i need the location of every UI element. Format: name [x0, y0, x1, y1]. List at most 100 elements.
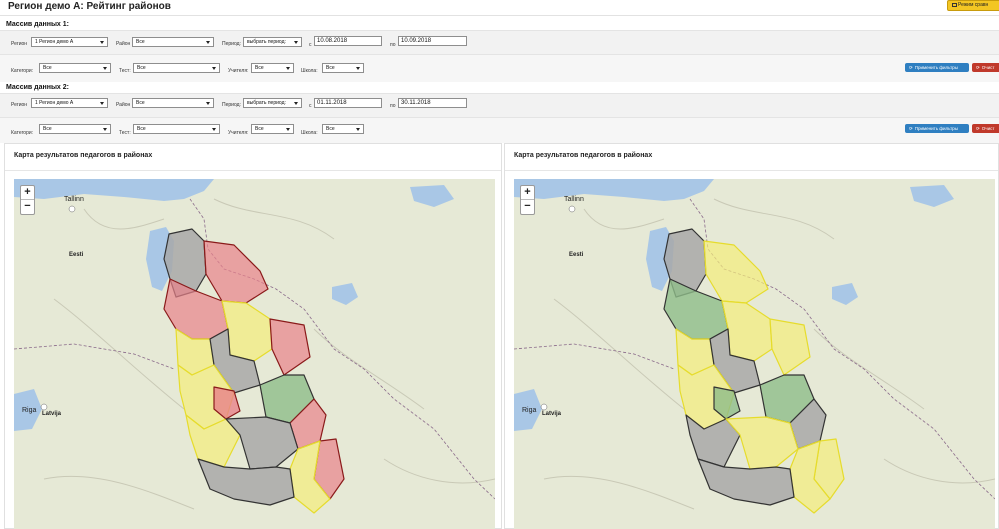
district-map-1[interactable]: Tallinn Eesti Riga Latvija + −	[14, 179, 495, 529]
period-select[interactable]: выбрать период:	[243, 98, 302, 108]
map-label-riga: Riga	[522, 407, 537, 414]
period-select-value: выбрать период:	[247, 39, 286, 45]
date-to-input[interactable]: 10.09.2018	[398, 36, 467, 46]
period-select-value: выбрать период:	[247, 100, 286, 106]
page-title: Регион демо А: Рейтинг районов	[8, 1, 171, 12]
map-label-tallinn: Tallinn	[564, 196, 584, 203]
teacher-label: Учителя:	[228, 68, 249, 74]
chevron-down-icon	[100, 41, 104, 44]
category-label: Категори:	[11, 130, 34, 136]
test-label: Тест:	[119, 68, 131, 74]
from-label: с	[309, 42, 312, 48]
map-label-riga: Riga	[22, 407, 37, 414]
compare-mode-button[interactable]: Режим сравн	[947, 0, 999, 11]
clear-filters-button[interactable]: ⟳ Очист	[972, 63, 999, 72]
chevron-down-icon	[212, 128, 216, 131]
period-label: Период:	[222, 102, 241, 108]
teacher-select[interactable]: Все	[251, 124, 294, 134]
clear-filters-button[interactable]: ⟳ Очист	[972, 124, 999, 133]
zoom-in-button[interactable]: +	[521, 186, 534, 200]
dataset2-filter-row-1: Регион 1 Регион демо А Район Все Период:…	[0, 93, 999, 117]
date-from-input[interactable]: 01.11.2018	[314, 98, 382, 108]
district-select[interactable]: Все	[132, 37, 214, 47]
category-select[interactable]: Все	[39, 124, 111, 134]
district-label: Район	[116, 41, 131, 47]
category-select-value: Все	[43, 65, 52, 71]
school-label: Школа:	[301, 68, 318, 74]
dataset1-filter-row-1: Регион 1 Регион демо А Район Все Период:…	[0, 30, 999, 54]
refresh-icon: ⟳	[976, 65, 980, 70]
clear-filters-label: Очист	[981, 65, 995, 70]
teacher-select-value: Все	[255, 126, 264, 132]
chevron-down-icon	[294, 41, 298, 44]
teacher-select-value: Все	[255, 65, 264, 71]
refresh-icon: ⟳	[909, 126, 913, 131]
dataset2-filter-row-2: Категори: Все Тест: Все Учителя: Все Шко…	[0, 117, 999, 143]
test-select-value: Все	[137, 126, 146, 132]
apply-filters-button[interactable]: ⟳ Применить фильтры	[905, 124, 969, 133]
zoom-in-button[interactable]: +	[21, 186, 34, 200]
zoom-control: + −	[20, 185, 35, 215]
map-panel-header: Карта результатов педагогов в районах	[5, 144, 501, 171]
map-label-latvija: Latvija	[542, 411, 562, 417]
chevron-down-icon	[206, 41, 210, 44]
map-label-eesti: Eesti	[569, 252, 584, 258]
period-select[interactable]: выбрать период:	[243, 37, 302, 47]
district-select-value: Все	[136, 100, 145, 106]
date-from-input[interactable]: 10.08.2018	[314, 36, 382, 46]
region-select[interactable]: 1 Регион демо А	[31, 98, 108, 108]
map-canvas: Tallinn Eesti Riga Latvija	[514, 179, 995, 529]
category-select[interactable]: Все	[39, 63, 111, 73]
zoom-control: + −	[520, 185, 535, 215]
test-select[interactable]: Все	[133, 63, 220, 73]
region-select-value: 1 Регион демо А	[35, 39, 74, 45]
clear-filters-label: Очист	[981, 126, 995, 131]
refresh-icon: ⟳	[976, 126, 980, 131]
chevron-down-icon	[206, 102, 210, 105]
apply-filters-button[interactable]: ⟳ Применить фильтры	[905, 63, 969, 72]
map-panel-title: Карта результатов педагогов в районах	[14, 152, 153, 159]
teacher-select[interactable]: Все	[251, 63, 294, 73]
school-select-value: Все	[326, 65, 335, 71]
map-panel-title: Карта результатов педагогов в районах	[514, 152, 653, 159]
region-label: Регион	[11, 41, 28, 47]
date-to-input[interactable]: 30.11.2018	[398, 98, 467, 108]
teacher-label: Учителя:	[228, 130, 249, 136]
apply-filters-label: Применить фильтры	[914, 126, 958, 131]
chevron-down-icon	[294, 102, 298, 105]
region-select-value: 1 Регион демо А	[35, 100, 74, 106]
to-label: по	[390, 103, 396, 109]
map-canvas: Tallinn Eesti Riga Latvija	[14, 179, 495, 529]
compare-icon	[952, 3, 957, 7]
dataset2-title: Массив данных 2:	[6, 84, 69, 91]
chevron-down-icon	[103, 128, 107, 131]
chevron-down-icon	[286, 128, 290, 131]
map-label-tallinn: Tallinn	[64, 196, 84, 203]
district-select-value: Все	[136, 39, 145, 45]
chevron-down-icon	[286, 67, 290, 70]
to-label: по	[390, 42, 396, 48]
school-select-value: Все	[326, 126, 335, 132]
chevron-down-icon	[100, 102, 104, 105]
zoom-out-button[interactable]: −	[521, 200, 534, 214]
map-panel-1: Карта результатов педагогов в районах Ta…	[4, 143, 502, 529]
school-label: Школа:	[301, 130, 318, 136]
zoom-out-button[interactable]: −	[21, 200, 34, 214]
test-select-value: Все	[137, 65, 146, 71]
district-select[interactable]: Все	[132, 98, 214, 108]
test-label: Тест:	[119, 130, 131, 136]
chevron-down-icon	[212, 67, 216, 70]
region-select[interactable]: 1 Регион демо А	[31, 37, 108, 47]
region-label: Регион	[11, 102, 28, 108]
school-select[interactable]: Все	[322, 124, 364, 134]
map-panel-header: Карта результатов педагогов в районах	[505, 144, 998, 171]
district-label: Район	[116, 102, 131, 108]
district-map-2[interactable]: Tallinn Eesti Riga Latvija + −	[514, 179, 995, 529]
page-header: Регион демо А: Рейтинг районов Режим сра…	[0, 0, 999, 16]
school-select[interactable]: Все	[322, 63, 364, 73]
test-select[interactable]: Все	[133, 124, 220, 134]
from-label: с	[309, 103, 312, 109]
map-label-latvija: Latvija	[42, 411, 62, 417]
apply-filters-label: Применить фильтры	[914, 65, 958, 70]
category-select-value: Все	[43, 126, 52, 132]
